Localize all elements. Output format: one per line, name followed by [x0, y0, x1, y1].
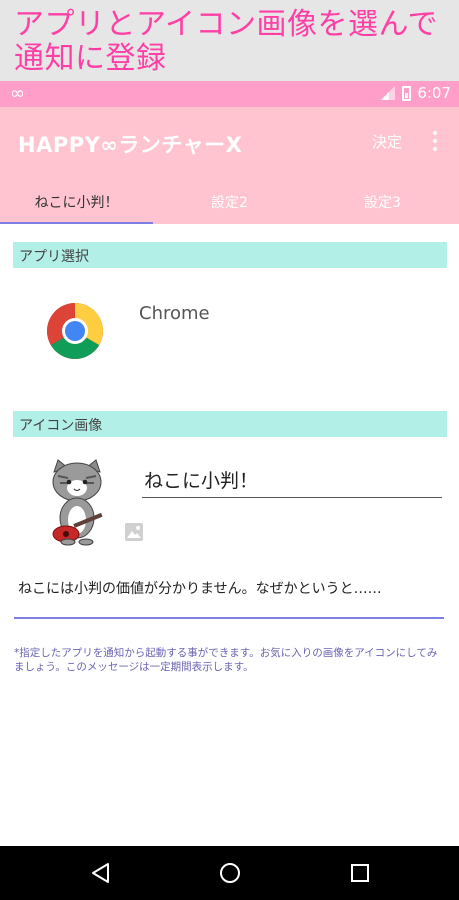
- overflow-menu-icon[interactable]: [430, 129, 440, 153]
- instruction-banner: アプリとアイコン画像を選んで通知に登録: [0, 0, 459, 81]
- notification-message-field[interactable]: ねこには小判の価値が分かりません。なぜかというと……: [14, 572, 444, 619]
- navigation-bar: [0, 846, 459, 900]
- tab-neko[interactable]: ねこに小判！: [0, 180, 153, 224]
- status-time: 6:07: [417, 84, 451, 102]
- help-note: *指定したアプリを通知から起動する事ができます。お気に入りの画像をアイコンにして…: [14, 647, 438, 673]
- tab-settings-2[interactable]: 設定2: [153, 180, 306, 224]
- selected-app-name[interactable]: Chrome: [139, 303, 210, 324]
- recents-icon[interactable]: [348, 861, 372, 885]
- icon-image-header: アイコン画像: [13, 411, 447, 437]
- cat-guitar-image[interactable]: [44, 458, 110, 546]
- battery-icon: [402, 85, 412, 101]
- app-bar: HAPPY∞ランチャーX 決定 ねこに小判！ 設定2 設定3: [0, 107, 459, 224]
- banner-text: アプリとアイコン画像を選んで通知に登録: [14, 7, 438, 76]
- status-bar: ∞ 6:07: [0, 81, 459, 107]
- image-picker-icon[interactable]: [124, 522, 144, 542]
- back-icon[interactable]: [89, 861, 113, 885]
- tab-bar: ねこに小判！ 設定2 設定3: [0, 180, 459, 224]
- chrome-icon[interactable]: [46, 302, 104, 360]
- signal-icon: [381, 86, 396, 100]
- tab-settings-3[interactable]: 設定3: [306, 180, 459, 224]
- infinity-icon: ∞: [10, 83, 25, 104]
- app-select-header: アプリ選択: [13, 242, 447, 268]
- notification-title-field[interactable]: ねこに小判！: [142, 466, 442, 498]
- home-icon[interactable]: [218, 861, 242, 885]
- confirm-button[interactable]: 決定: [372, 131, 402, 152]
- app-title: HAPPY∞ランチャーX: [18, 133, 243, 157]
